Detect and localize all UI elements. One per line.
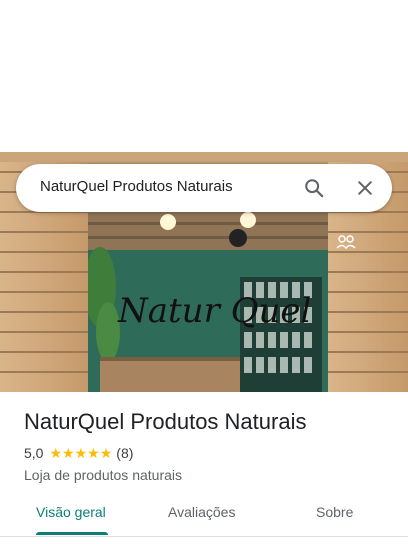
- active-tab-indicator: [36, 532, 108, 535]
- star-icon: ★: [74, 445, 88, 461]
- star-rating: ★ ★ ★ ★ ★: [49, 446, 112, 460]
- tab-about[interactable]: Sobre: [316, 504, 353, 520]
- tab-reviews[interactable]: Avaliações: [168, 504, 235, 520]
- rating-value: 5,0: [24, 445, 44, 461]
- star-icon: ★: [49, 445, 63, 461]
- tab-bar: Visão geral Avaliações Sobre: [0, 494, 408, 537]
- star-icon: ★: [87, 445, 100, 461]
- close-icon[interactable]: [353, 176, 377, 200]
- search-bar[interactable]: NaturQuel Produtos Naturais: [16, 164, 392, 212]
- search-input[interactable]: NaturQuel Produtos Naturais: [40, 178, 233, 195]
- photo-badge-icon[interactable]: [336, 232, 356, 252]
- search-icon[interactable]: [302, 176, 326, 200]
- place-category[interactable]: Loja de produtos naturais: [24, 467, 392, 483]
- review-count[interactable]: (8): [116, 445, 133, 461]
- star-icon: ★: [99, 445, 113, 461]
- star-icon: ★: [62, 445, 75, 461]
- place-title: NaturQuel Produtos Naturais: [24, 409, 307, 434]
- wall-sign-text: Natur Quel: [117, 291, 311, 331]
- rating-row[interactable]: 5,0 ★ ★ ★ ★ ★ (8): [24, 444, 392, 462]
- tab-overview[interactable]: Visão geral: [36, 504, 106, 520]
- place-info: NaturQuel Produtos Naturais 5,0 ★ ★ ★ ★ …: [24, 408, 392, 483]
